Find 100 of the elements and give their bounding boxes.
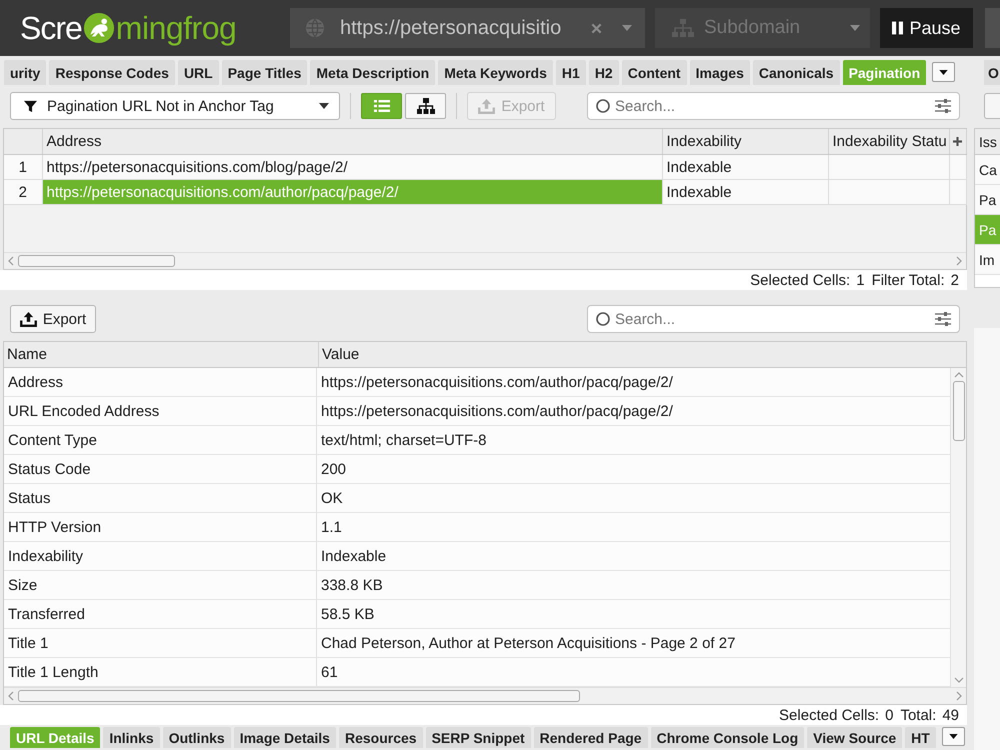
column-header[interactable]: Address — [42, 129, 662, 154]
tab[interactable]: Inlinks — [103, 727, 160, 748]
row-number: 1 — [4, 154, 42, 180]
chevron-right-icon[interactable] — [956, 256, 962, 266]
table-cell: Status Code — [4, 455, 317, 483]
table-cell-text: 338.8 KB — [320, 576, 384, 596]
column-header[interactable]: Value — [319, 342, 966, 367]
tab[interactable]: View Source — [807, 727, 902, 748]
column-header[interactable]: Indexability Statu — [828, 129, 949, 154]
globe-icon — [305, 18, 325, 38]
sliders-icon[interactable] — [935, 312, 951, 326]
tab[interactable]: Chrome Console Log — [650, 727, 804, 748]
vertical-scrollbar[interactable] — [950, 368, 966, 687]
column-header[interactable]: Iss — [975, 129, 1000, 155]
tab[interactable]: Content — [622, 60, 687, 85]
tab[interactable]: H2 — [588, 60, 619, 85]
table-cell: https://petersonacquisitions.com/blog/page/2/ — [42, 154, 662, 180]
table-cell-text: 1.1 — [320, 518, 343, 538]
tab[interactable]: Page Titles — [222, 60, 308, 85]
table-cell: Title 1 — [4, 629, 317, 657]
tab[interactable]: Rendered Page — [534, 727, 648, 748]
sliders-icon[interactable] — [935, 99, 951, 113]
table-cell: Status — [4, 484, 317, 512]
table-cell-text: Indexable — [320, 546, 388, 566]
chevron-down-icon[interactable] — [954, 677, 964, 683]
list-item[interactable]: Ca — [975, 155, 1000, 185]
clear-icon[interactable] — [591, 22, 602, 34]
list-item[interactable]: Im — [975, 245, 1000, 275]
tab[interactable]: urity — [4, 60, 46, 85]
table-cell: URL Encoded Address — [4, 397, 317, 425]
table-cell-text: Chad Peterson, Author at Peterson Acquisitions - Page 2 of 27 — [320, 634, 736, 654]
tab[interactable]: Meta Keywords — [438, 60, 553, 85]
caret-icon[interactable] — [622, 25, 632, 31]
tab-menu-button[interactable] — [932, 62, 956, 82]
table-cell: Address — [4, 368, 317, 396]
plus-icon[interactable] — [953, 137, 962, 146]
table-cell-text: 61 — [320, 662, 339, 682]
tab[interactable]: H1 — [556, 60, 586, 85]
table-cell-text: 200 — [320, 460, 348, 480]
table-cell-text: 58.5 KB — [320, 604, 376, 624]
status-count: Selected Cells: 1 — [750, 272, 865, 288]
tab[interactable]: Response Codes — [49, 60, 175, 85]
caret-icon — [939, 70, 948, 74]
url-field[interactable]: https://petersonacquisitio — [290, 8, 645, 48]
tree-view-button[interactable] — [405, 93, 446, 119]
tab[interactable]: Images — [690, 60, 750, 85]
tab[interactable]: HT — [905, 727, 936, 748]
tab[interactable]: Meta Description — [310, 60, 436, 85]
search-field[interactable]: Search... — [587, 92, 960, 120]
horizontal-scrollbar[interactable] — [4, 687, 966, 704]
toolbar-button[interactable] — [984, 93, 1000, 119]
column-header[interactable]: Name — [4, 342, 319, 367]
column-header[interactable]: Indexability — [662, 129, 828, 154]
tab[interactable]: Image Details — [234, 727, 336, 748]
tab[interactable]: Canonicals — [752, 60, 840, 85]
search-icon — [596, 312, 610, 326]
tab[interactable]: Resources — [338, 727, 423, 748]
tab[interactable]: Outlinks — [162, 727, 231, 748]
logo-text: Scre — [20, 12, 82, 44]
chevron-right-icon[interactable] — [956, 691, 962, 701]
scrollbar-thumb[interactable] — [18, 255, 175, 267]
sitemap-icon — [416, 98, 434, 114]
sitemap-icon — [672, 19, 694, 37]
chevron-up-icon[interactable] — [954, 372, 964, 378]
status-count: Filter Total: 2 — [872, 272, 959, 288]
status-count: Selected Cells: 0 — [779, 706, 894, 724]
chevron-left-icon[interactable] — [8, 691, 14, 701]
status-count: Total: 49 — [900, 706, 959, 724]
list-icon — [374, 100, 390, 112]
table-cell-text: OK — [320, 488, 344, 508]
upload-icon — [478, 98, 496, 114]
table-cell: Transferred — [4, 600, 317, 628]
table-cell: Content Type — [4, 426, 317, 454]
table-cell-text: https://petersonacquisitions.com/author/pacq/page/2/ — [320, 402, 674, 422]
tab[interactable]: SERP Snippet — [426, 727, 531, 748]
tab[interactable]: O — [984, 60, 1000, 85]
search-icon — [596, 99, 610, 113]
table-cell: HTTP Version — [4, 513, 317, 541]
list-item[interactable]: Pa — [975, 185, 1000, 215]
pause-button[interactable]: Pause — [880, 8, 973, 48]
scrollbar-thumb[interactable] — [952, 381, 964, 441]
horizontal-scrollbar[interactable] — [4, 252, 966, 269]
filter-dropdown[interactable]: Pagination URL Not in Anchor Tag — [10, 92, 340, 120]
pause-icon — [892, 21, 904, 35]
tab[interactable]: URL — [178, 60, 219, 85]
filter-icon — [24, 100, 37, 112]
tab-menu-button[interactable] — [942, 727, 965, 746]
export-button[interactable]: Export — [10, 305, 96, 333]
frog-logo-icon — [82, 12, 115, 44]
table-cell: Indexable — [662, 154, 828, 180]
search-field[interactable]: Search... — [587, 305, 960, 333]
table-cell: Indexability — [4, 542, 317, 570]
caret-icon — [948, 734, 958, 739]
logo-text: mingfrog — [116, 12, 236, 44]
scrollbar-thumb[interactable] — [18, 690, 580, 702]
table-cell-text: text/html; charset=UTF-8 — [320, 430, 488, 450]
table-cell: https://petersonacquisitions.com/author/pacq/page/2/ — [42, 180, 662, 204]
table-cell: Title 1 Length — [4, 658, 317, 686]
table-cell-text: https://petersonacquisitions.com/author/pacq/page/2/ — [320, 372, 674, 392]
chevron-left-icon[interactable] — [8, 256, 14, 266]
